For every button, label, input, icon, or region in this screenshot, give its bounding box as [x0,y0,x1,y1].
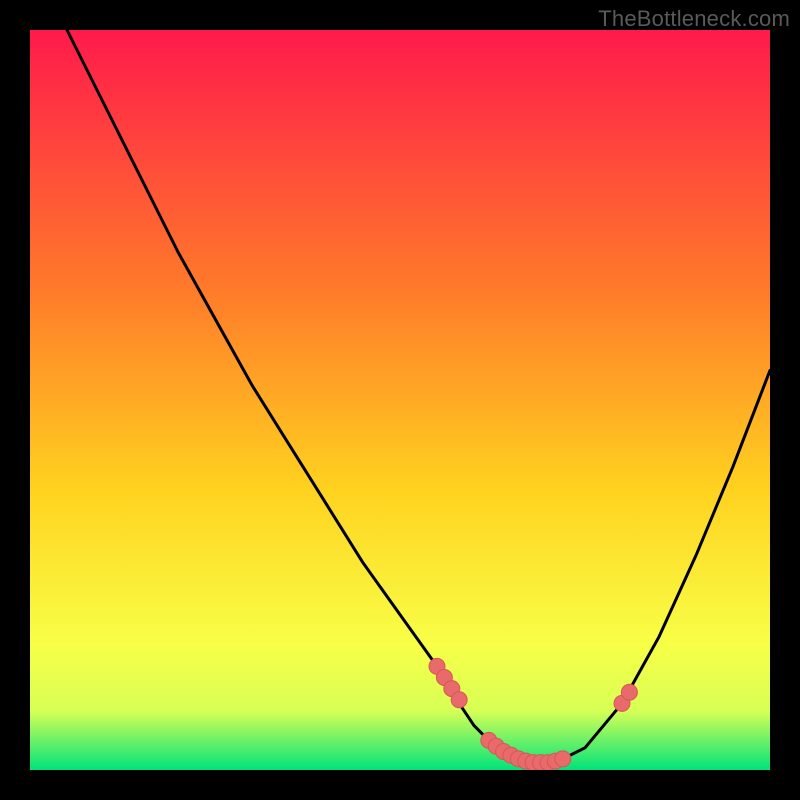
curve-marker [555,751,571,767]
curve-marker [451,692,467,708]
curve-marker [621,684,637,700]
attribution-label: TheBottleneck.com [598,6,790,32]
bottleneck-chart [30,30,770,770]
gradient-background [30,30,770,770]
chart-frame [30,30,770,770]
